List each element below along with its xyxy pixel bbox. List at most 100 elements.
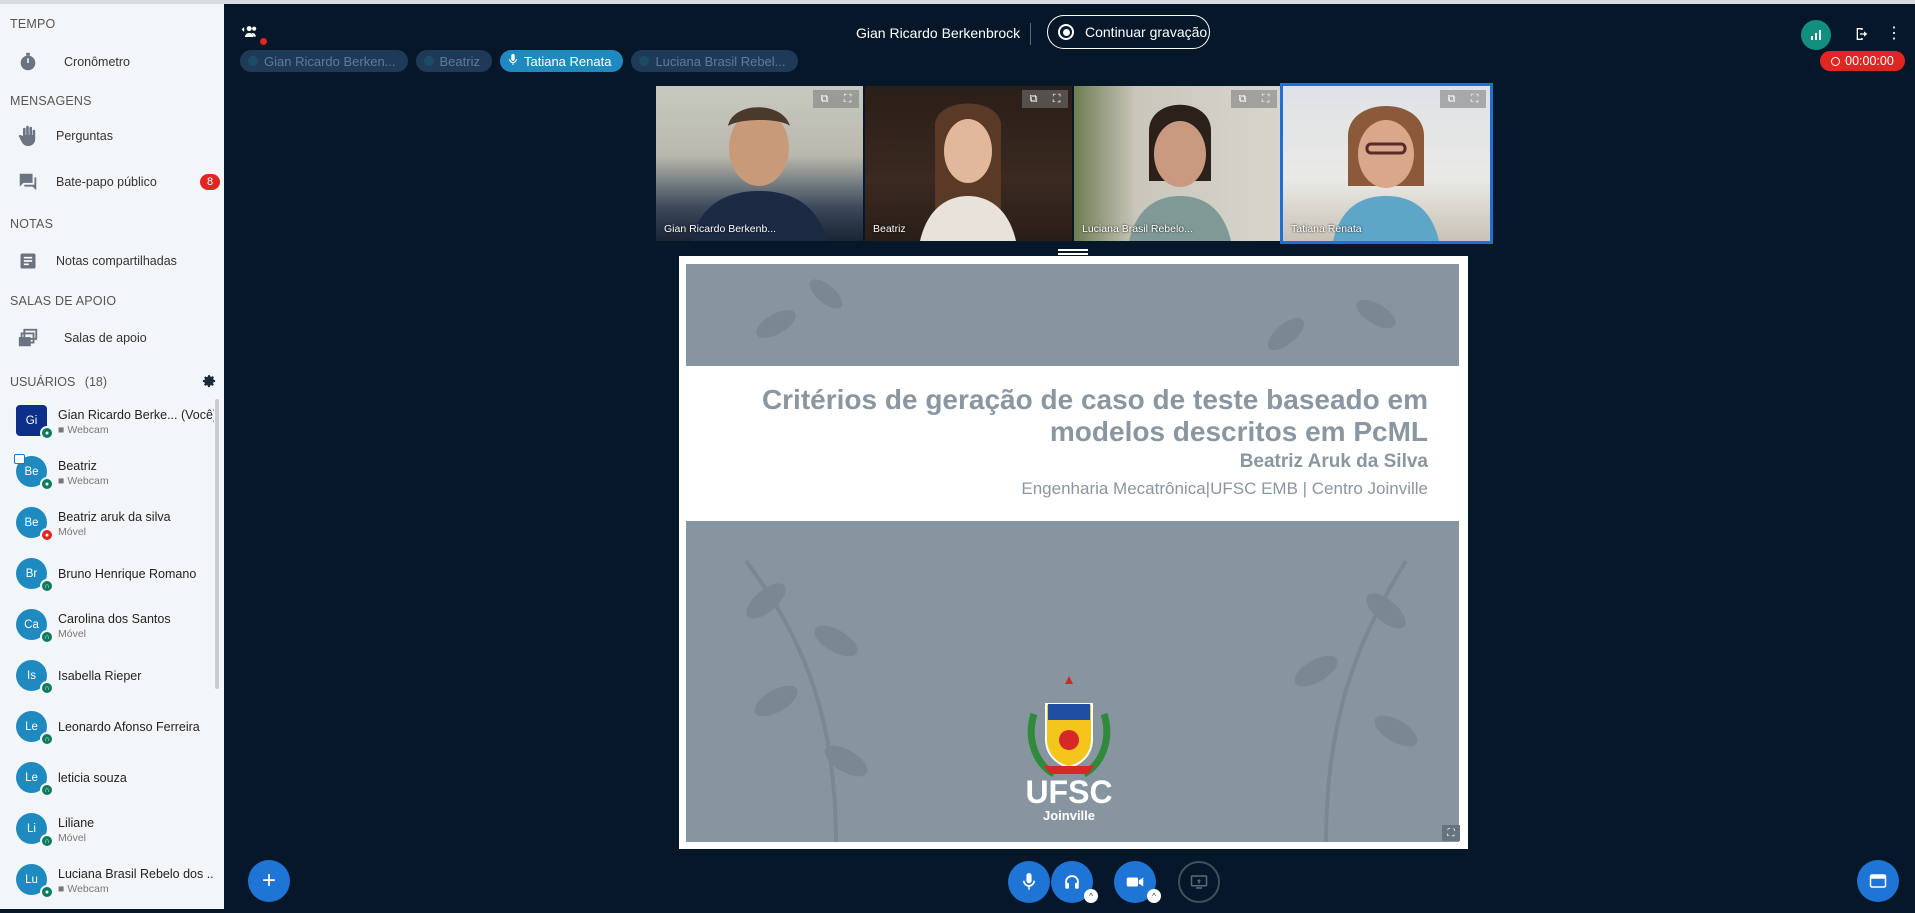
talker-chip-active[interactable]: Tatiana Renata: [499, 50, 624, 72]
sidebar-item-perguntas[interactable]: Perguntas: [0, 116, 224, 156]
muted-microphone-icon: ●: [40, 528, 54, 542]
popout-icon[interactable]: ⧉: [1239, 93, 1247, 106]
sidebar-item-cronometro[interactable]: Cronômetro: [0, 42, 224, 82]
users-count: (18): [84, 375, 108, 389]
headphones-icon: [1065, 875, 1079, 889]
video-controls: ⧉ ⛶: [1022, 90, 1068, 108]
fullscreen-icon[interactable]: ⛶: [1262, 93, 1270, 106]
sidebar-item-label: Notas compartilhadas: [56, 254, 177, 268]
sidebar-item-label: Cronômetro: [64, 55, 130, 69]
video-tile[interactable]: ⧉ ⛶ Luciana Brasil Rebelo...: [1074, 86, 1281, 241]
leaf-pattern: [756, 279, 1396, 351]
headphones-icon: ∩: [40, 579, 54, 593]
list-item[interactable]: Br ∩ Bruno Henrique Romano: [0, 552, 214, 602]
user-name: Gian Ricardo Berke... (Você): [58, 408, 214, 422]
user-status: Móvel: [58, 628, 87, 640]
raised-hand-icon: [14, 122, 42, 150]
microphone-button[interactable]: [1008, 861, 1050, 903]
microphone-icon: ●: [40, 885, 54, 899]
main-area: Gian Ricardo Berken... Beatriz Tatiana R…: [224, 4, 1915, 909]
gear-icon[interactable]: [202, 374, 216, 388]
recording-label: Continuar gravação: [1085, 24, 1208, 40]
video-label: Beatriz: [873, 223, 906, 235]
recording-button[interactable]: Continuar gravação: [1047, 15, 1210, 49]
breakout-rooms-icon: [14, 324, 42, 352]
ufsc-crest-logo: [1027, 676, 1111, 778]
video-controls: ⧉ ⛶: [813, 90, 859, 108]
microphone-icon: [423, 56, 434, 66]
leave-meeting-icon[interactable]: [1854, 26, 1870, 42]
sidebar-item-notas[interactable]: Notas compartilhadas: [0, 241, 224, 281]
ufsc-logo-subtitle: Joinville: [1042, 808, 1096, 823]
slide-title: Critérios de geração de caso de teste ba…: [708, 384, 1428, 448]
webcam-icon: ■: [58, 883, 65, 895]
layout-button[interactable]: [1857, 860, 1899, 902]
slide-title-line-1: Critérios de geração de caso de teste ba…: [761, 384, 1428, 415]
webcam-icon: ■: [58, 424, 65, 436]
talker-chip[interactable]: Beatriz: [415, 50, 492, 72]
popout-icon[interactable]: ⧉: [821, 93, 829, 106]
notification-dot: [260, 38, 267, 45]
list-item[interactable]: Gi ● Gian Ricardo Berke... (Você) ■ Webca…: [0, 399, 214, 449]
actions-menu-button[interactable]: +: [248, 860, 290, 902]
video-label: Tatiana Renata: [1291, 223, 1362, 235]
connection-status-icon[interactable]: [1801, 20, 1831, 50]
list-item[interactable]: Lu ● Luciana Brasil Rebelo dos ... ■ Webc…: [0, 858, 214, 908]
toggle-users-list-button[interactable]: [240, 23, 260, 41]
popout-icon[interactable]: ⧉: [1448, 93, 1456, 106]
webcam-icon: ■: [58, 475, 65, 487]
timer-icon: [14, 48, 42, 76]
chevron-up-icon[interactable]: ^: [1084, 889, 1098, 903]
webcam-icon: [1126, 877, 1144, 887]
fullscreen-icon[interactable]: ⛶: [1442, 825, 1460, 841]
list-item[interactable]: Le ∩ Leonardo Afonso Ferreira: [0, 705, 214, 755]
video-controls: ⧉ ⛶: [1440, 90, 1486, 108]
fullscreen-icon[interactable]: ⛶: [1053, 93, 1061, 106]
resize-handle[interactable]: [1058, 247, 1088, 255]
video-tile[interactable]: ⧉ ⛶ Gian Ricardo Berkenb...: [656, 86, 863, 241]
chevron-up-icon[interactable]: ^: [1147, 889, 1161, 903]
list-item[interactable]: Le ∩ leticia souza: [0, 756, 214, 806]
fullscreen-icon[interactable]: ⛶: [1471, 93, 1479, 106]
user-status: ■ Webcam: [58, 883, 109, 895]
user-name: Carolina dos Santos: [58, 612, 171, 626]
talker-chip[interactable]: Gian Ricardo Berken...: [240, 50, 408, 72]
list-item[interactable]: Be ● Beatriz ■ Webcam: [0, 450, 214, 500]
slide-title-line-2: modelos descritos em PcML: [1049, 416, 1428, 447]
webcam-feed: [920, 103, 1016, 241]
video-tile-selected[interactable]: ⧉ ⛶ Tatiana Renata: [1280, 83, 1493, 244]
sidebar-item-public-chat[interactable]: Bate-papo público 8: [0, 162, 224, 202]
section-notas: NOTAS: [10, 217, 54, 231]
user-name: Bruno Henrique Romano: [58, 567, 197, 581]
chat-icon: [14, 168, 42, 196]
sidebar-item-salas[interactable]: Salas de apoio: [0, 318, 224, 358]
user-name: Luciana Brasil Rebelo dos ...: [58, 867, 214, 881]
video-tile[interactable]: ⧉ ⛶ Beatriz: [865, 86, 1072, 241]
fullscreen-icon[interactable]: ⛶: [844, 93, 852, 106]
divider: [1030, 23, 1031, 45]
user-list-scrollbar[interactable]: [215, 399, 219, 689]
user-list: Gi ● Gian Ricardo Berke... (Você) ■ Webca…: [0, 399, 214, 913]
user-name: Isabella Rieper: [58, 669, 142, 683]
more-options-icon[interactable]: ⋮: [1886, 26, 1902, 42]
list-item[interactable]: Li ∩ Liliane Móvel: [0, 807, 214, 857]
headphones-icon: ∩: [40, 732, 54, 746]
talker-chip[interactable]: Luciana Brasil Rebel...: [631, 50, 798, 72]
user-status: Móvel: [58, 832, 87, 844]
list-item[interactable]: Ca ∩ Carolina dos Santos Móvel: [0, 603, 214, 653]
video-label: Luciana Brasil Rebelo...: [1082, 223, 1193, 235]
list-item[interactable]: Be ● Beatriz aruk da silva Móvel: [0, 501, 214, 551]
list-item[interactable]: Is ∩ Isabella Rieper: [0, 654, 214, 704]
video-controls: ⧉ ⛶: [1231, 90, 1277, 108]
user-name: leticia souza: [58, 771, 127, 785]
screenshare-button[interactable]: [1178, 861, 1220, 903]
headphones-icon: ∩: [40, 681, 54, 695]
webcam-feed: [1129, 104, 1231, 241]
section-mensagens: MENSAGENS: [10, 94, 92, 108]
recording-timer: 00:00:00: [1820, 51, 1905, 71]
talker-name: Tatiana Renata: [523, 53, 612, 69]
meeting-title: Gian Ricardo Berkenbrock: [856, 25, 1021, 41]
screenshare-icon: [1190, 875, 1208, 889]
popout-icon[interactable]: ⧉: [1030, 93, 1038, 106]
user-status: Móvel: [58, 526, 87, 538]
